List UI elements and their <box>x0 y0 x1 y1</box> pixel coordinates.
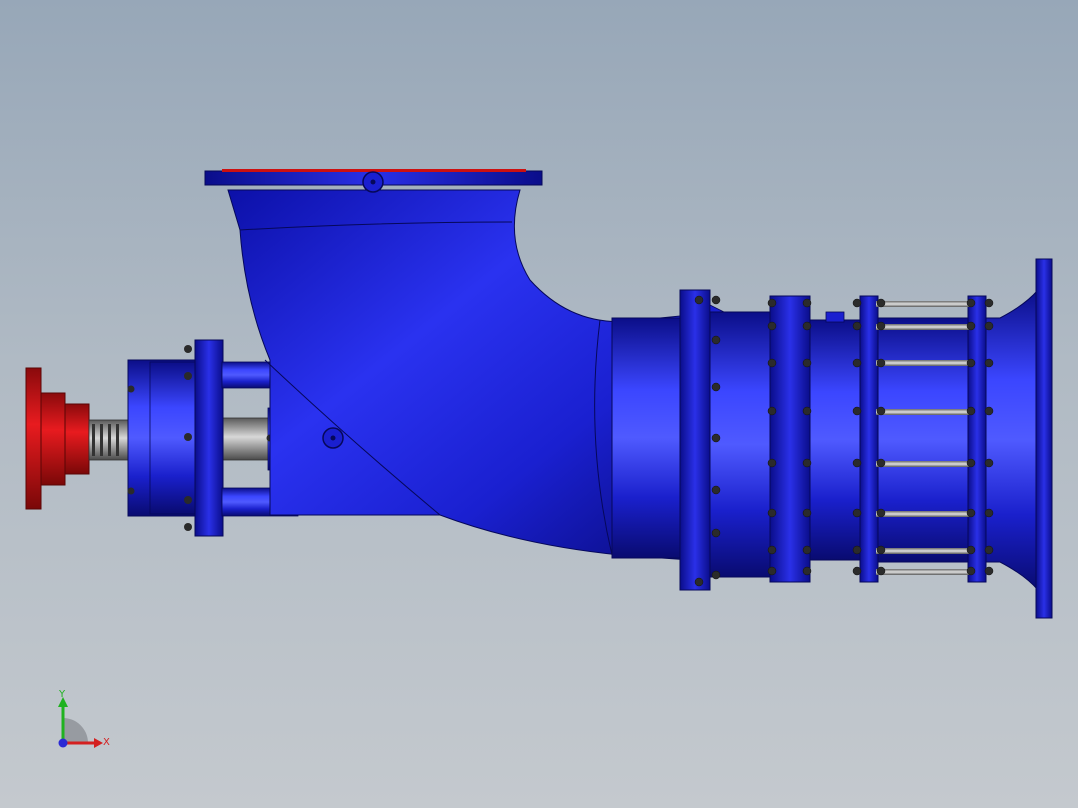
coupling-neck[interactable] <box>64 403 90 475</box>
triad-arc <box>63 718 88 743</box>
reference-triad[interactable]: Y X <box>58 689 110 748</box>
pump-model-view[interactable]: Y X <box>0 0 1078 808</box>
graphics-viewport[interactable]: Y X <box>0 0 1078 808</box>
coupling-hub[interactable] <box>40 392 66 486</box>
triad-x-arrow <box>94 738 103 748</box>
triad-x-label: X <box>103 737 110 748</box>
bearing-flange <box>194 339 224 537</box>
coupling-flange[interactable] <box>25 367 42 510</box>
outlet-flange[interactable] <box>204 169 543 193</box>
inlet-bell-flange <box>1035 258 1053 619</box>
coupling-assembly[interactable] <box>25 367 90 510</box>
triad-y-label: Y <box>58 689 66 700</box>
pump-barrel[interactable] <box>611 258 1053 619</box>
triad-z-axis <box>58 738 68 748</box>
